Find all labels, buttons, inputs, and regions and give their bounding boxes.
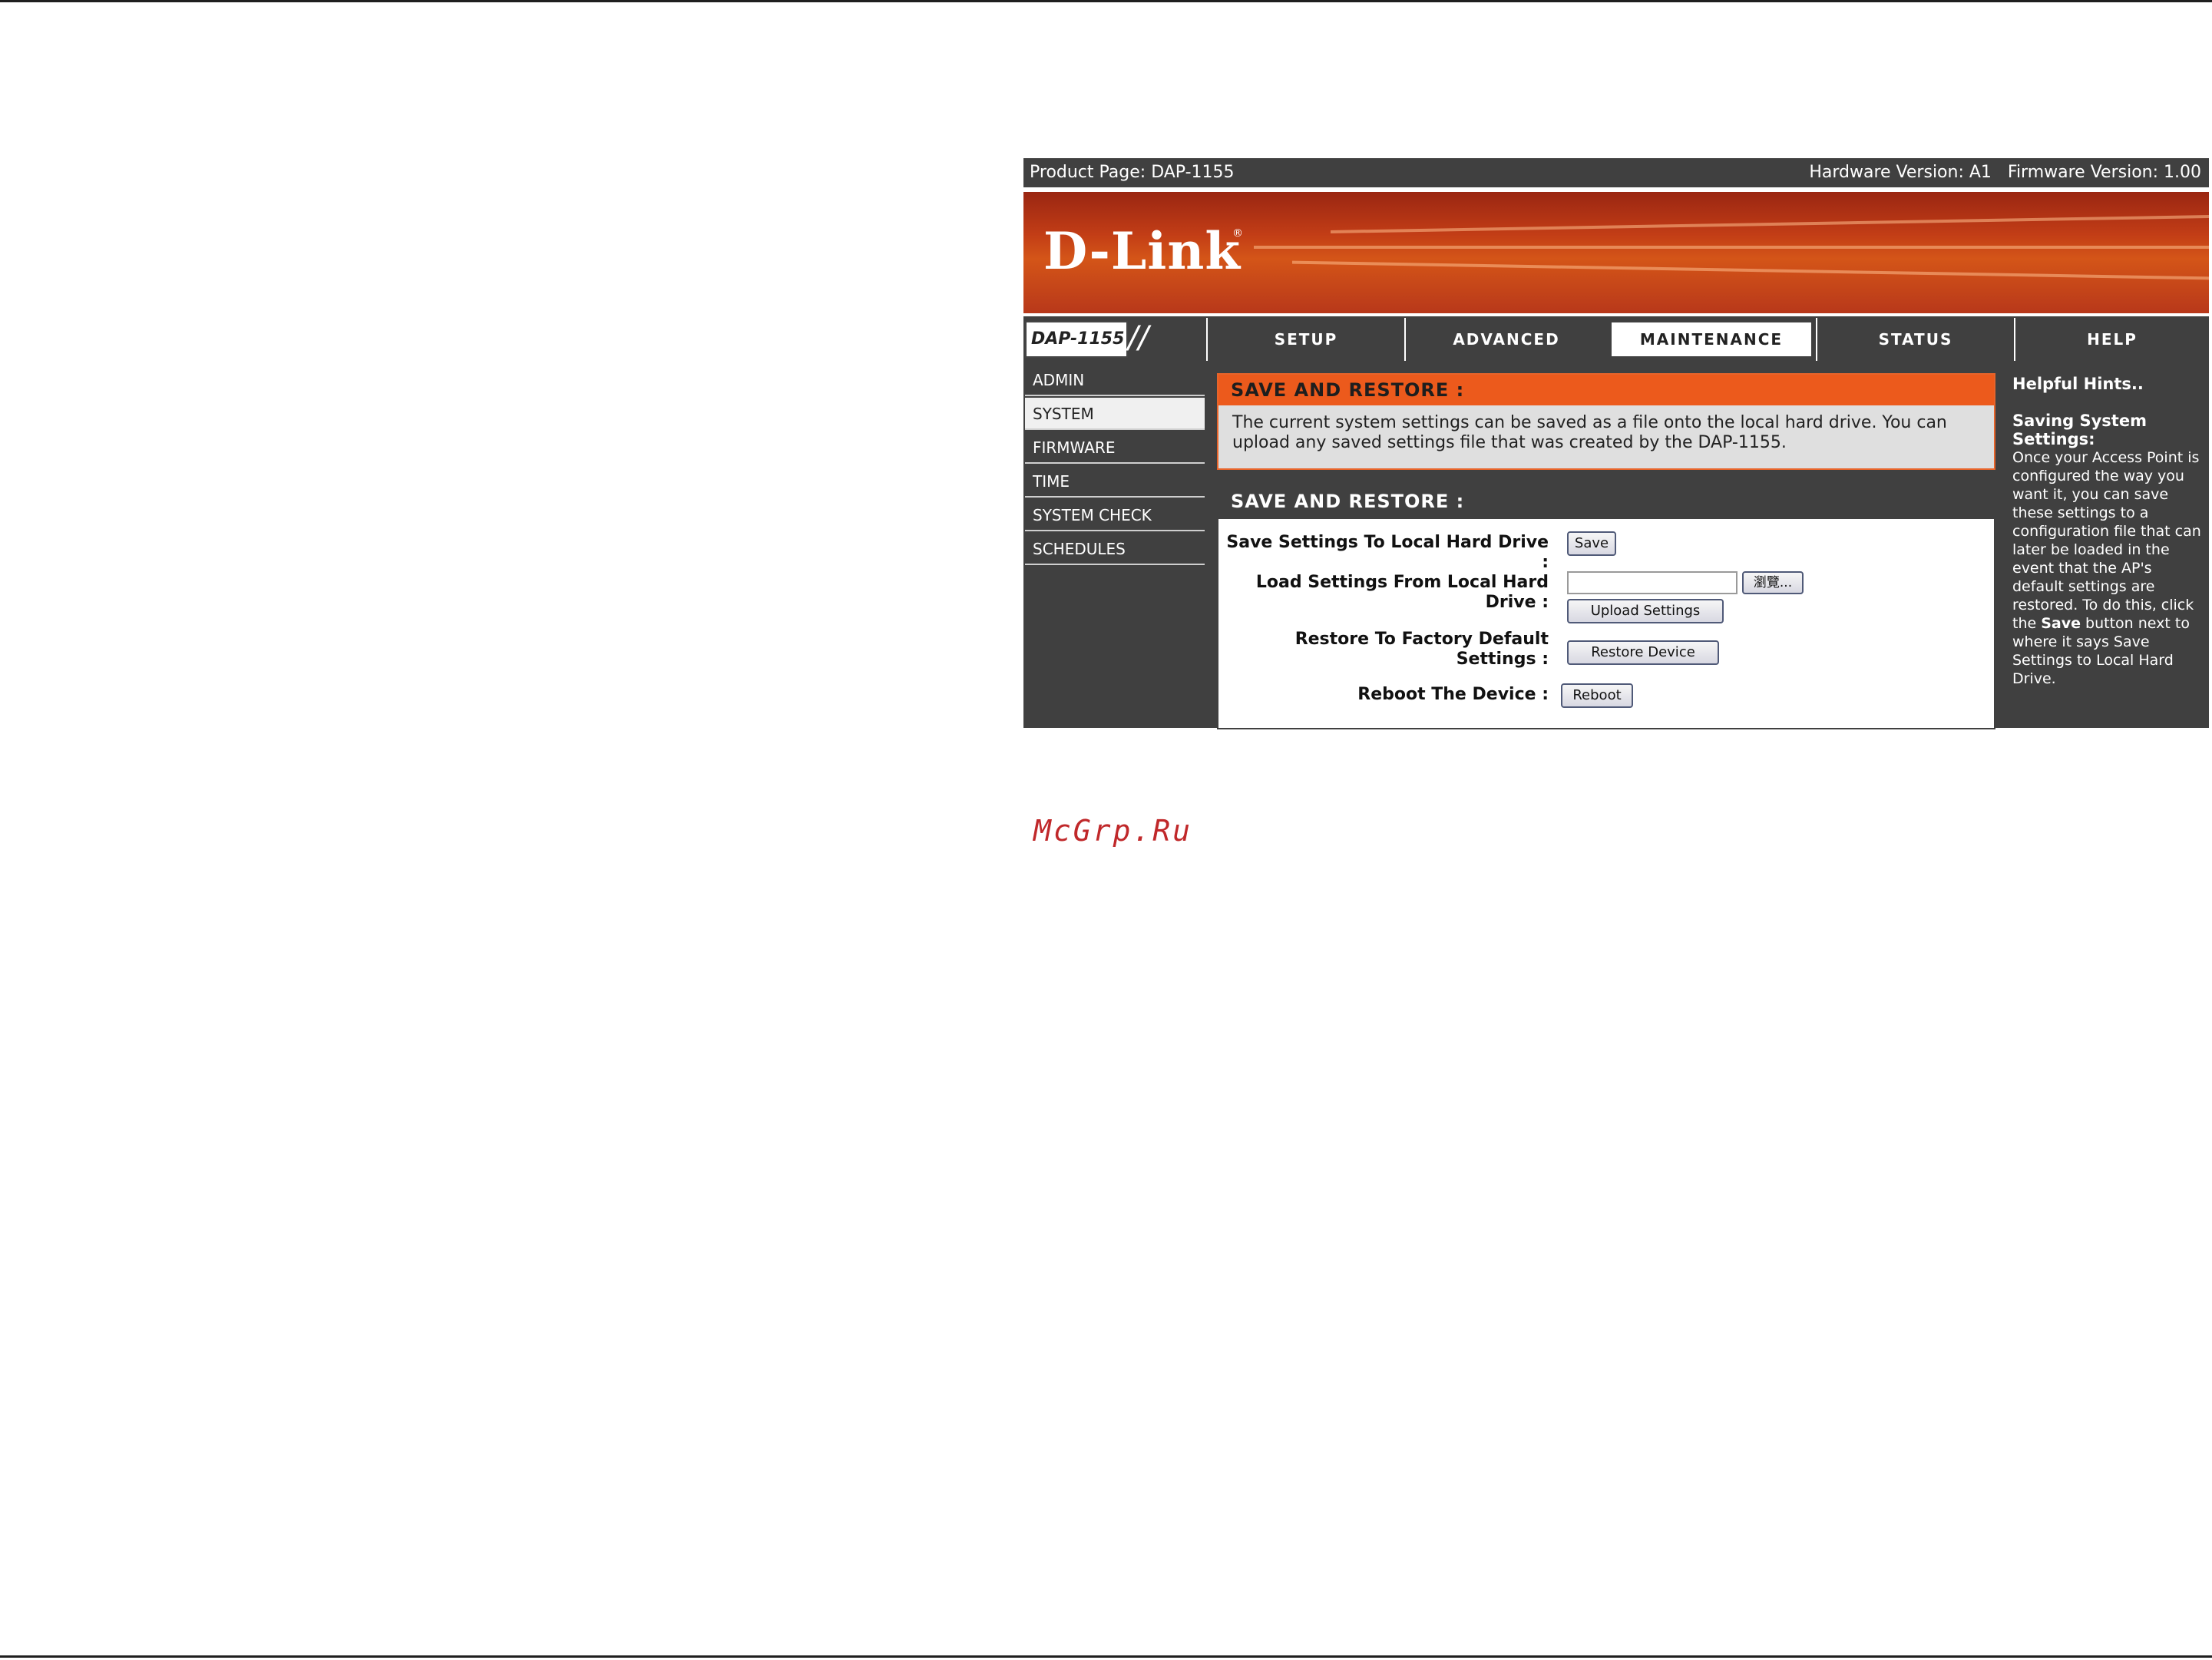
hints-title: Helpful Hints.. — [2012, 375, 2144, 393]
sidebar-item-schedules[interactable]: SCHEDULES — [1025, 533, 1205, 565]
intro-text: The current system settings can be saved… — [1232, 413, 1947, 452]
main-content: SAVE AND RESTORE : The current system se… — [1206, 362, 2015, 729]
reboot-device-label: Reboot The Device : — [1357, 685, 1549, 704]
hints-body-text: Once your Access Point is configured the… — [2012, 449, 2201, 632]
sidebar-item-admin[interactable]: ADMIN — [1025, 364, 1205, 396]
restore-factory-label: Restore To Factory Default Settings : — [1294, 630, 1549, 669]
helpful-hints-panel: Helpful Hints.. Saving System Settings: … — [2008, 362, 2209, 728]
settings-file-input[interactable] — [1567, 571, 1738, 594]
page-top-rule — [0, 0, 2212, 2]
form-title: SAVE AND RESTORE : — [1218, 484, 1994, 519]
tab-maintenance[interactable]: MAINTENANCE — [1607, 318, 1816, 361]
browse-button[interactable]: 瀏覽... — [1742, 571, 1804, 594]
page-bottom-rule — [0, 1655, 2212, 1658]
sidebar-item-system-check[interactable]: SYSTEM CHECK — [1025, 499, 1205, 531]
sidebar-item-firmware[interactable]: FIRMWARE — [1025, 432, 1205, 464]
sidebar-item-time[interactable]: TIME — [1025, 465, 1205, 498]
intro-title: SAVE AND RESTORE : — [1218, 375, 1994, 405]
model-label: DAP-1155 — [1031, 329, 1125, 349]
model-badge: DAP-1155 — [1025, 321, 1128, 358]
router-admin-ui: Product Page: DAP-1155 Hardware Version:… — [1023, 158, 2209, 729]
tab-setup[interactable]: SETUP — [1206, 318, 1404, 361]
restore-device-button[interactable]: Restore Device — [1567, 640, 1719, 665]
tab-advanced[interactable]: ADVANCED — [1404, 318, 1607, 361]
reboot-button[interactable]: Reboot — [1561, 683, 1633, 708]
brand-banner: D-Link ® — [1023, 192, 2209, 313]
hints-subtitle: Saving System Settings: — [2012, 412, 2147, 448]
hints-body: Once your Access Point is configured the… — [2012, 448, 2206, 688]
watermark: McGrp.Ru — [1033, 814, 1193, 848]
sidebar: ADMIN SYSTEM FIRMWARE TIME SYSTEM CHECK … — [1023, 362, 1206, 728]
product-page-link[interactable]: Product Page: DAP-1155 — [1030, 158, 1235, 187]
load-settings-label: Load Settings From Local Hard Drive : — [1255, 573, 1549, 612]
dlink-logo: D-Link — [1043, 221, 1242, 281]
upload-settings-button[interactable]: Upload Settings — [1567, 599, 1724, 623]
sidebar-item-system[interactable]: SYSTEM — [1025, 398, 1205, 430]
top-info-bar: Product Page: DAP-1155 Hardware Version:… — [1023, 158, 2209, 187]
tab-help[interactable]: HELP — [2014, 318, 2209, 361]
intro-panel: SAVE AND RESTORE : The current system se… — [1217, 373, 1995, 470]
version-info: Hardware Version: A1 Firmware Version: 1… — [1809, 163, 2201, 182]
model-slash-decoration: // — [1128, 320, 1149, 355]
save-button[interactable]: Save — [1567, 531, 1616, 556]
registered-mark: ® — [1232, 227, 1243, 240]
tab-status[interactable]: STATUS — [1816, 318, 2014, 361]
save-restore-form: SAVE AND RESTORE : Save Settings To Loca… — [1217, 482, 1995, 729]
hints-body-bold: Save — [2041, 615, 2081, 632]
save-settings-label: Save Settings To Local Hard Drive : — [1226, 533, 1549, 572]
